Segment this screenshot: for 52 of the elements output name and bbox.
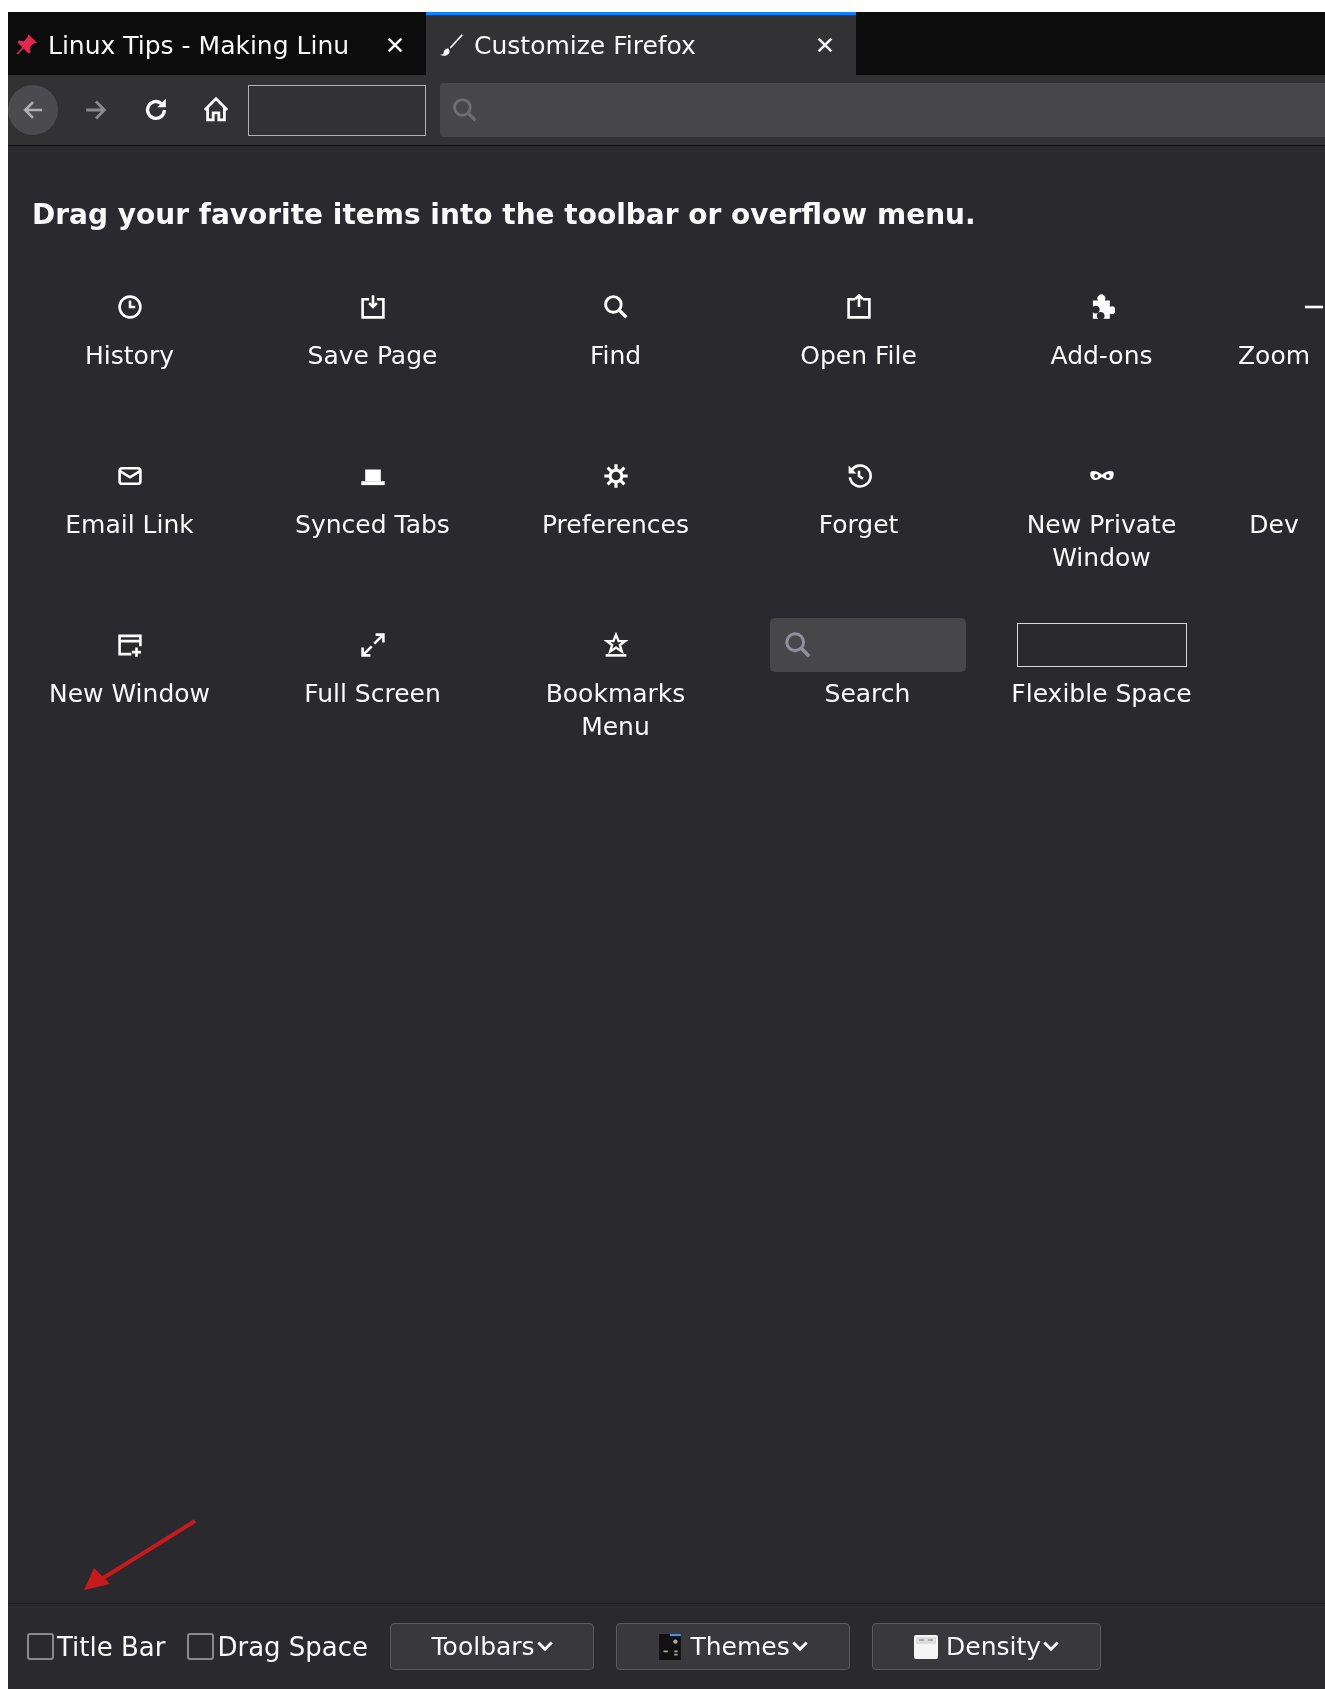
open-file-icon[interactable] (845, 294, 872, 320)
item-label: Dev (1249, 509, 1299, 541)
theme-icon (658, 1633, 683, 1660)
browser-tab[interactable]: Linux Tips - Making Linu (8, 12, 426, 75)
checkbox-label: Title Bar (57, 1631, 166, 1662)
item-label: Flexible Space (1011, 678, 1192, 710)
caret-icon (536, 1641, 553, 1652)
instruction-heading: Drag your favorite items into the toolbar or overflow menu. (31, 198, 977, 231)
search-icon (452, 97, 478, 123)
browser-tab[interactable]: Customize Firefox (426, 12, 856, 75)
checkbox-label: Drag Space (217, 1631, 369, 1662)
search-field[interactable] (769, 618, 966, 672)
item-label: Open File (800, 340, 917, 372)
expand-icon[interactable] (359, 632, 386, 658)
search-icon[interactable] (602, 294, 629, 320)
dropdown-button[interactable]: Density (872, 1623, 1102, 1670)
item-label: Preferences (541, 509, 689, 541)
brush-icon (440, 33, 464, 57)
close-icon[interactable] (816, 36, 834, 54)
item-label: Bookmarks Menu (544, 678, 687, 743)
back-button[interactable] (8, 85, 58, 135)
item-label: Zoom (1237, 340, 1311, 372)
item-label: New Window (48, 678, 211, 710)
checkbox[interactable] (27, 1633, 54, 1660)
home-icon[interactable] (202, 96, 230, 124)
close-icon[interactable] (386, 36, 404, 54)
density-icon (914, 1633, 939, 1660)
item-label: Forget (818, 509, 899, 541)
item-label: Save Page (307, 340, 438, 372)
caret-icon (1043, 1641, 1060, 1652)
item-label: Find (589, 340, 642, 372)
gear-icon[interactable] (602, 463, 629, 489)
dropdown-button[interactable]: Toolbars (390, 1623, 595, 1670)
pin-icon (14, 33, 38, 57)
clock-icon[interactable] (116, 294, 143, 320)
item-label: Add-ons (1050, 340, 1153, 372)
search-icon (783, 631, 812, 659)
item-label: Email Link (65, 509, 194, 541)
bookmark-star-icon[interactable] (602, 632, 629, 658)
save-page-icon[interactable] (359, 294, 386, 320)
item-label: History (85, 340, 174, 372)
tab-title: Linux Tips - Making Linu (48, 30, 351, 60)
new-window-icon[interactable] (116, 632, 143, 658)
dropdown-button[interactable]: Themes (616, 1623, 851, 1670)
tab-title: Customize Firefox (474, 30, 697, 60)
item-label: New Private Window (1025, 509, 1178, 574)
item-label: Search (824, 678, 911, 710)
checkbox[interactable] (187, 1633, 215, 1660)
item-label: Synced Tabs (295, 509, 450, 541)
item-label: Full Screen (304, 678, 441, 710)
flexible-space[interactable] (1016, 623, 1187, 667)
caret-icon (791, 1641, 808, 1652)
